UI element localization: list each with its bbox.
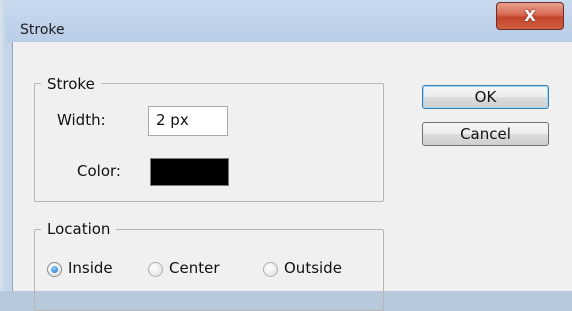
location-group-legend: Location xyxy=(41,220,117,238)
stroke-group-legend: Stroke xyxy=(41,75,101,93)
color-swatch[interactable] xyxy=(150,158,229,186)
cancel-button[interactable]: Cancel xyxy=(422,122,549,146)
dialog-body: Stroke Width: 2 px Color: Location Insid… xyxy=(12,42,572,311)
radio-center-label[interactable]: Center xyxy=(169,259,220,277)
radio-outside[interactable] xyxy=(263,262,278,277)
close-button[interactable]: X xyxy=(496,2,564,30)
stroke-dialog: Stroke X Stroke Width: 2 px Color: Locat… xyxy=(6,0,572,311)
ok-button[interactable]: OK xyxy=(422,85,549,109)
radio-center[interactable] xyxy=(148,262,163,277)
dialog-title: Stroke xyxy=(20,22,65,38)
radio-inside-label[interactable]: Inside xyxy=(68,259,113,277)
width-input[interactable]: 2 px xyxy=(148,106,228,136)
close-icon: X xyxy=(524,7,536,25)
color-label: Color: xyxy=(77,162,121,180)
width-label: Width: xyxy=(57,111,106,129)
radio-inside[interactable] xyxy=(47,262,62,277)
radio-outside-label[interactable]: Outside xyxy=(284,259,342,277)
title-bar[interactable]: Stroke X xyxy=(6,0,572,42)
